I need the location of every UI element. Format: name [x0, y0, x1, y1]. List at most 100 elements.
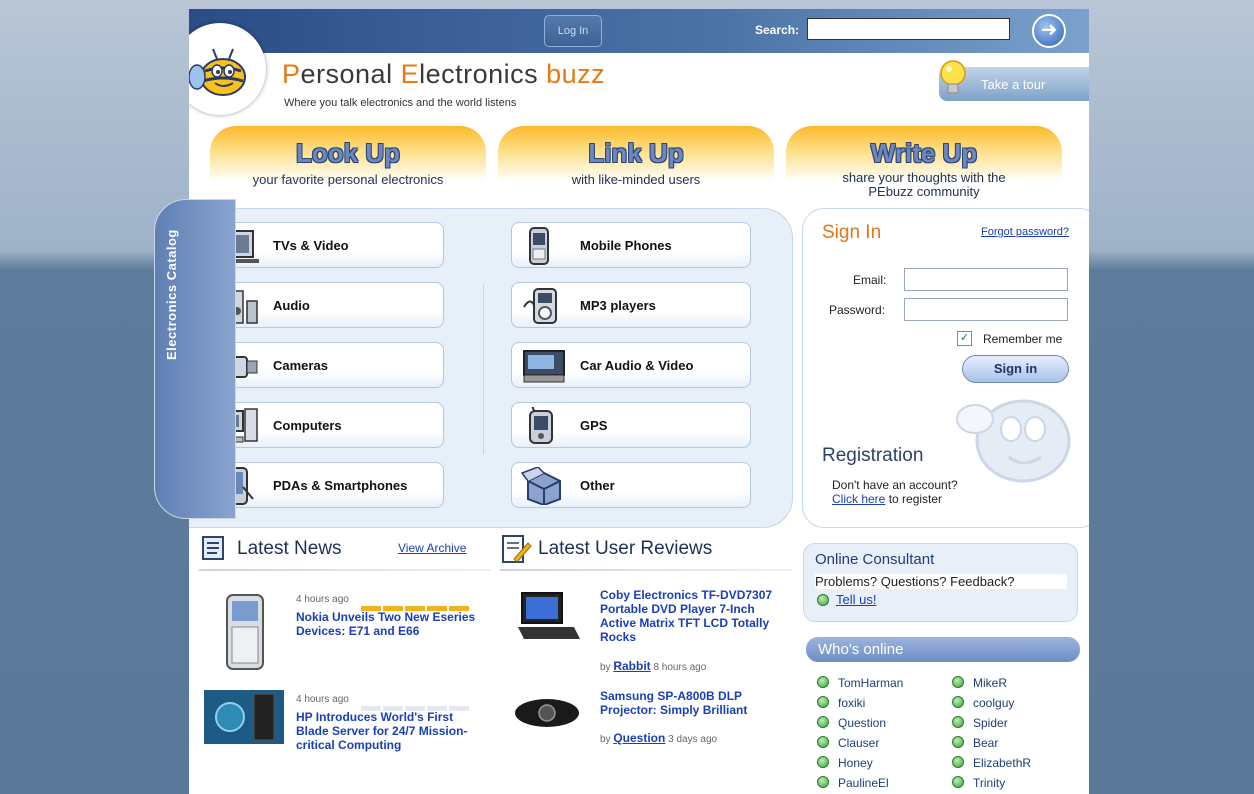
category-mp3-players[interactable]: MP3 players — [511, 282, 751, 328]
registration-text: Don't have an account? — [832, 478, 958, 492]
view-archive-link[interactable]: View Archive — [398, 541, 466, 555]
category-tvs-video[interactable]: TVs & Video — [204, 222, 444, 268]
review-byline: by Question 3 days ago — [600, 731, 717, 745]
title-word-personal: ersonal — [300, 59, 401, 89]
category-label: Computers — [273, 418, 342, 433]
reviewer-link[interactable]: Rabbit — [613, 659, 650, 673]
car-stereo-icon — [523, 350, 565, 383]
news-time: 4 hours ago — [296, 694, 349, 705]
online-user-link[interactable]: ElizabethR — [973, 756, 1031, 770]
reviewer-link[interactable]: Question — [613, 731, 665, 745]
password-field[interactable] — [904, 298, 1068, 321]
forgot-password-link[interactable]: Forgot password? — [981, 226, 1069, 238]
online-user-link[interactable]: Question — [838, 716, 886, 730]
review-time: 3 days ago — [668, 734, 718, 745]
search-go-button[interactable]: ➜ — [1032, 14, 1066, 48]
online-user-link[interactable]: Spider — [973, 716, 1008, 730]
portable-dvd-player-image — [518, 592, 580, 639]
online-user-link[interactable]: Trinity — [973, 776, 1005, 790]
news-rating — [361, 698, 471, 711]
category-other[interactable]: Other — [511, 462, 751, 508]
gps-device-icon — [529, 407, 553, 444]
banner-subtitle: share your thoughts with the PEbuzz comm… — [842, 170, 1006, 199]
category-label: Audio — [273, 298, 310, 313]
news-headline-link[interactable]: Nokia Unveils Two New Eseries Devices: E… — [296, 610, 486, 638]
online-user-link[interactable]: Honey — [838, 756, 873, 770]
remember-me-label: Remember me — [983, 332, 1063, 346]
hp-server-image — [204, 690, 284, 744]
remember-me-checkbox[interactable]: ✓ — [957, 331, 972, 346]
dlp-projector-image — [515, 699, 579, 727]
registration-line: Click here to register — [832, 492, 942, 506]
light-bulb-icon — [940, 60, 966, 94]
review-title-link[interactable]: Coby Electronics TF-DVD7307 Portable DVD… — [600, 588, 785, 644]
email-field[interactable] — [904, 268, 1068, 291]
online-dot-icon — [817, 776, 829, 788]
category-label: PDAs & Smartphones — [273, 478, 408, 493]
online-user-link[interactable]: MikeR — [973, 676, 1007, 690]
news-headline-link[interactable]: HP Introduces World's First Blade Server… — [296, 710, 488, 752]
online-user-link[interactable]: PaulineEl — [838, 776, 889, 790]
news-time: 4 hours ago — [296, 594, 349, 605]
by-label: by — [600, 662, 611, 673]
online-dot-icon — [817, 696, 829, 708]
tagline: Where you talk electronics and the world… — [284, 97, 517, 109]
review-byline: by Rabbit 8 hours ago — [600, 659, 706, 673]
category-audio[interactable]: Audio — [204, 282, 444, 328]
box-icon — [520, 467, 561, 505]
category-computers[interactable]: Computers — [204, 402, 444, 448]
category-label: Mobile Phones — [580, 238, 672, 253]
review-title-link[interactable]: Samsung SP-A800B DLP Projector: Simply B… — [600, 689, 785, 717]
online-user-link[interactable]: coolguy — [973, 696, 1014, 710]
online-dot-icon — [952, 696, 964, 708]
category-cameras[interactable]: Cameras — [204, 342, 444, 388]
online-user-link[interactable]: Bear — [973, 736, 998, 750]
category-label: Cameras — [273, 358, 328, 373]
whos-online-header: Who's online — [806, 637, 1080, 662]
news-rating — [361, 598, 471, 611]
online-user-link[interactable]: TomHarman — [838, 676, 903, 690]
consultant-title: Online Consultant — [815, 551, 935, 568]
title-word-electronics: lectronics — [419, 59, 547, 89]
email-label: Email: — [853, 273, 887, 287]
bee-mascot-icon — [189, 48, 246, 96]
look-up-banner[interactable]: Look Up your favorite personal electroni… — [210, 126, 486, 204]
banner-title: Write Up — [870, 138, 978, 168]
electronics-catalog-label: Electronics Catalog — [164, 229, 179, 360]
online-dot-icon — [817, 756, 829, 768]
tell-us-link[interactable]: Tell us! — [836, 592, 876, 607]
catalog-divider — [483, 284, 484, 454]
search-input[interactable] — [807, 18, 1010, 40]
category-car-audio-video[interactable]: Car Audio & Video — [511, 342, 751, 388]
status-dot-icon — [817, 594, 829, 606]
mobile-phone-icon — [529, 227, 549, 265]
category-gps[interactable]: GPS — [511, 402, 751, 448]
online-user-link[interactable]: Clauser — [838, 736, 879, 750]
category-pdas-smartphones[interactable]: PDAs & Smartphones — [204, 462, 444, 508]
sign-in-title: Sign In — [822, 222, 882, 243]
consultant-question: Problems? Questions? Feedback? — [815, 574, 1067, 589]
take-a-tour-button[interactable]: Take a tour — [939, 60, 1089, 101]
reviews-rule — [500, 569, 792, 571]
login-button[interactable]: Log In — [544, 15, 602, 47]
online-user-link[interactable]: foxiki — [838, 696, 865, 710]
tour-label: Take a tour — [981, 77, 1046, 92]
link-up-banner[interactable]: Link Up with like-minded users — [498, 126, 774, 204]
latest-news-title: Latest News — [237, 538, 342, 559]
nokia-phone-image — [226, 594, 264, 670]
category-label: MP3 players — [580, 298, 656, 313]
notepad-pencil-icon — [502, 535, 532, 563]
sign-in-panel: Sign In Forgot password? Email: Password… — [802, 208, 1089, 528]
online-dot-icon — [952, 676, 964, 688]
register-link[interactable]: Click here — [832, 492, 885, 506]
arrow-right-icon: ➜ — [1040, 19, 1058, 41]
category-mobile-phones[interactable]: Mobile Phones — [511, 222, 751, 268]
write-up-banner[interactable]: Write Up share your thoughts with the PE… — [786, 126, 1062, 204]
review-time: 8 hours ago — [653, 662, 707, 673]
site-title[interactable]: Personal Electronics buzz — [282, 59, 605, 90]
online-dot-icon — [817, 676, 829, 688]
banner-title: Link Up — [588, 138, 684, 168]
category-label: Car Audio & Video — [580, 358, 694, 373]
password-label: Password: — [829, 303, 886, 317]
news-rule — [199, 569, 491, 571]
